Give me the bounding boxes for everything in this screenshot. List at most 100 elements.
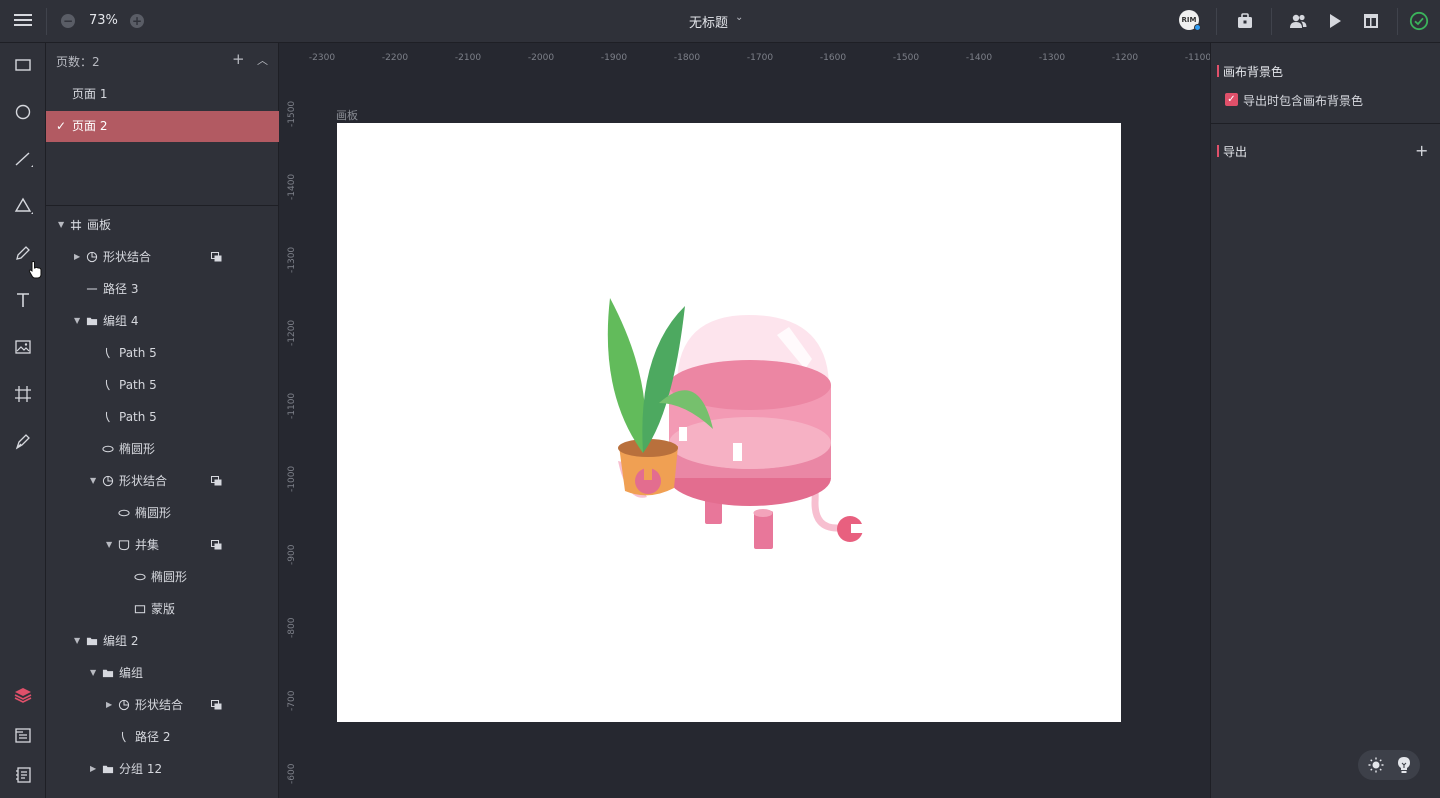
caret-down-icon[interactable]: ▼ xyxy=(106,529,112,561)
layout-panel-icon[interactable] xyxy=(1361,11,1381,31)
top-toolbar: − 73% + 无标题 ⌄ RIM xyxy=(0,0,1440,43)
layer-row[interactable]: ▼ 编组 2 xyxy=(46,625,279,657)
layers-panel: 页数：2 + ︿ 页面 1 ✓ 页面 2 ▼ 画板 ▶ 形状结合 路径 3 ▼ 编组 4 Pa… xyxy=(46,43,279,798)
caret-right-icon[interactable]: ▶ xyxy=(90,753,96,785)
pen-tool-icon[interactable] xyxy=(13,431,33,451)
notes-icon[interactable] xyxy=(13,765,33,785)
artboard-label[interactable]: 画板 xyxy=(336,107,358,123)
layer-name: 形状结合 xyxy=(103,250,152,264)
rectangle-tool-icon[interactable] xyxy=(13,55,33,75)
layer-name: 路径 2 xyxy=(135,730,171,744)
caret-down-icon[interactable]: ▼ xyxy=(90,465,96,497)
page-item[interactable]: 页面 1 xyxy=(46,79,279,110)
caret-down-icon[interactable]: ▼ xyxy=(74,625,80,657)
section-divider xyxy=(1211,123,1440,124)
component-library-icon[interactable] xyxy=(13,725,33,745)
shape-combine-icon xyxy=(102,475,114,487)
export-section-title: 导出 xyxy=(1223,145,1248,159)
toolbox-icon[interactable] xyxy=(1235,11,1255,31)
layer-row[interactable]: ▼ 画板 xyxy=(46,209,279,241)
section-accent-bar xyxy=(1217,145,1219,157)
layers-icon[interactable] xyxy=(13,685,33,705)
ruler-tick-label: -700 xyxy=(287,690,297,711)
layer-row[interactable]: ▼ 编组 4 xyxy=(46,305,279,337)
theme-toggle xyxy=(1358,750,1420,780)
include-background-label[interactable]: 导出时包含画布背景色 xyxy=(1243,92,1363,109)
ruler-tick-label: -1400 xyxy=(287,173,297,200)
artboard-tool-icon[interactable] xyxy=(13,384,33,404)
collapse-pages-chevron-icon[interactable]: ︿ xyxy=(257,52,268,68)
layer-row[interactable]: 路径 2 xyxy=(46,721,279,753)
layer-name: 椭圆形 xyxy=(119,442,156,456)
user-avatar[interactable]: RIM xyxy=(1179,10,1201,31)
page-label: 页面 1 xyxy=(72,87,108,101)
layer-name: 路径 3 xyxy=(103,282,139,296)
lightbulb-icon[interactable] xyxy=(1397,756,1411,774)
layer-row[interactable]: 椭圆形 xyxy=(46,433,279,465)
avatar-text: RIM xyxy=(1181,16,1197,24)
layer-row[interactable]: ▼ 并集 xyxy=(46,529,279,561)
collaborators-icon[interactable] xyxy=(1288,11,1308,31)
ruler-tick-label: -1300 xyxy=(1038,53,1066,63)
document-title[interactable]: 无标题 xyxy=(689,12,728,31)
ruler-tick-label: -2000 xyxy=(527,53,555,63)
ruler-tick-label: -1500 xyxy=(287,100,297,127)
caret-right-icon[interactable]: ▶ xyxy=(106,689,112,721)
caret-down-icon[interactable]: ▼ xyxy=(58,209,64,241)
layer-row[interactable]: Path 5 xyxy=(46,401,279,433)
toolbar-divider xyxy=(1216,8,1217,35)
caret-down-icon[interactable]: ▼ xyxy=(90,657,96,689)
ruler-tick-label: -1100 xyxy=(287,392,297,419)
online-status-dot xyxy=(1194,24,1201,31)
artboard[interactable] xyxy=(337,123,1121,722)
caret-down-icon[interactable]: ▼ xyxy=(74,305,80,337)
image-tool-icon[interactable] xyxy=(13,337,33,357)
layer-row[interactable]: Path 5 xyxy=(46,337,279,369)
ruler-tick-label: -1400 xyxy=(965,53,993,63)
sun-icon[interactable] xyxy=(1368,757,1384,773)
layer-name: 并集 xyxy=(135,538,160,552)
saved-status-check-icon[interactable] xyxy=(1409,11,1429,31)
layer-row[interactable]: ▶ 形状结合 xyxy=(46,241,279,273)
polygon-tool-icon[interactable] xyxy=(13,196,33,216)
layer-row[interactable]: 椭圆形 xyxy=(46,497,279,529)
add-page-button[interactable]: + xyxy=(232,50,245,68)
text-tool-icon[interactable] xyxy=(13,290,33,310)
page-item-active[interactable]: ✓ 页面 2 xyxy=(46,111,279,142)
preview-play-icon[interactable] xyxy=(1325,11,1345,31)
vertical-ruler: -1500 -1400 -1300 -1200 -1100 -1000 -900 -800 -7… xyxy=(280,43,304,798)
toolbar-divider xyxy=(46,8,47,35)
layer-row[interactable]: ▼ 编组 xyxy=(46,657,279,689)
layer-name: Path 5 xyxy=(119,410,157,424)
layer-name: 椭圆形 xyxy=(135,506,172,520)
zoom-in-button[interactable]: + xyxy=(130,14,144,28)
layer-name: 编组 2 xyxy=(103,634,139,648)
ruler-tick-label: -1300 xyxy=(287,246,297,273)
layer-row[interactable]: 蒙版 xyxy=(46,593,279,625)
layer-row[interactable]: ▶ 形状结合 xyxy=(46,689,279,721)
zoom-out-button[interactable]: − xyxy=(61,14,75,28)
layer-name: 画板 xyxy=(87,218,112,232)
hamburger-menu-icon[interactable] xyxy=(12,11,34,31)
chevron-down-icon[interactable]: ⌄ xyxy=(735,12,743,23)
layer-row[interactable]: 椭圆形 xyxy=(46,561,279,593)
canvas-area[interactable]: -2300 -2200 -2100 -2000 -1900 -1800 -1700 -1600… xyxy=(280,43,1210,798)
zoom-level[interactable]: 73% xyxy=(89,13,118,28)
layer-name: Path 5 xyxy=(119,346,157,360)
mask-badge-icon xyxy=(211,252,222,262)
layer-row[interactable]: 路径 3 xyxy=(46,273,279,305)
mask-badge-icon xyxy=(211,540,222,550)
ellipse-tool-icon[interactable] xyxy=(13,102,33,122)
layer-row[interactable]: Path 5 xyxy=(46,369,279,401)
add-export-button[interactable]: + xyxy=(1415,141,1428,160)
folder-icon xyxy=(86,317,98,326)
layer-row[interactable]: ▼ 形状结合 xyxy=(46,465,279,497)
canvas-background-section-title: 画布背景色 xyxy=(1223,65,1284,79)
layer-row[interactable]: ▶ 分组 12 xyxy=(46,753,279,785)
include-background-checkbox[interactable]: ✓ xyxy=(1225,93,1238,106)
layer-name: 形状结合 xyxy=(119,474,168,488)
robot-plant-illustration[interactable] xyxy=(337,123,1121,722)
ellipse-icon xyxy=(118,509,130,517)
line-tool-icon[interactable] xyxy=(13,149,33,169)
caret-right-icon[interactable]: ▶ xyxy=(74,241,80,273)
